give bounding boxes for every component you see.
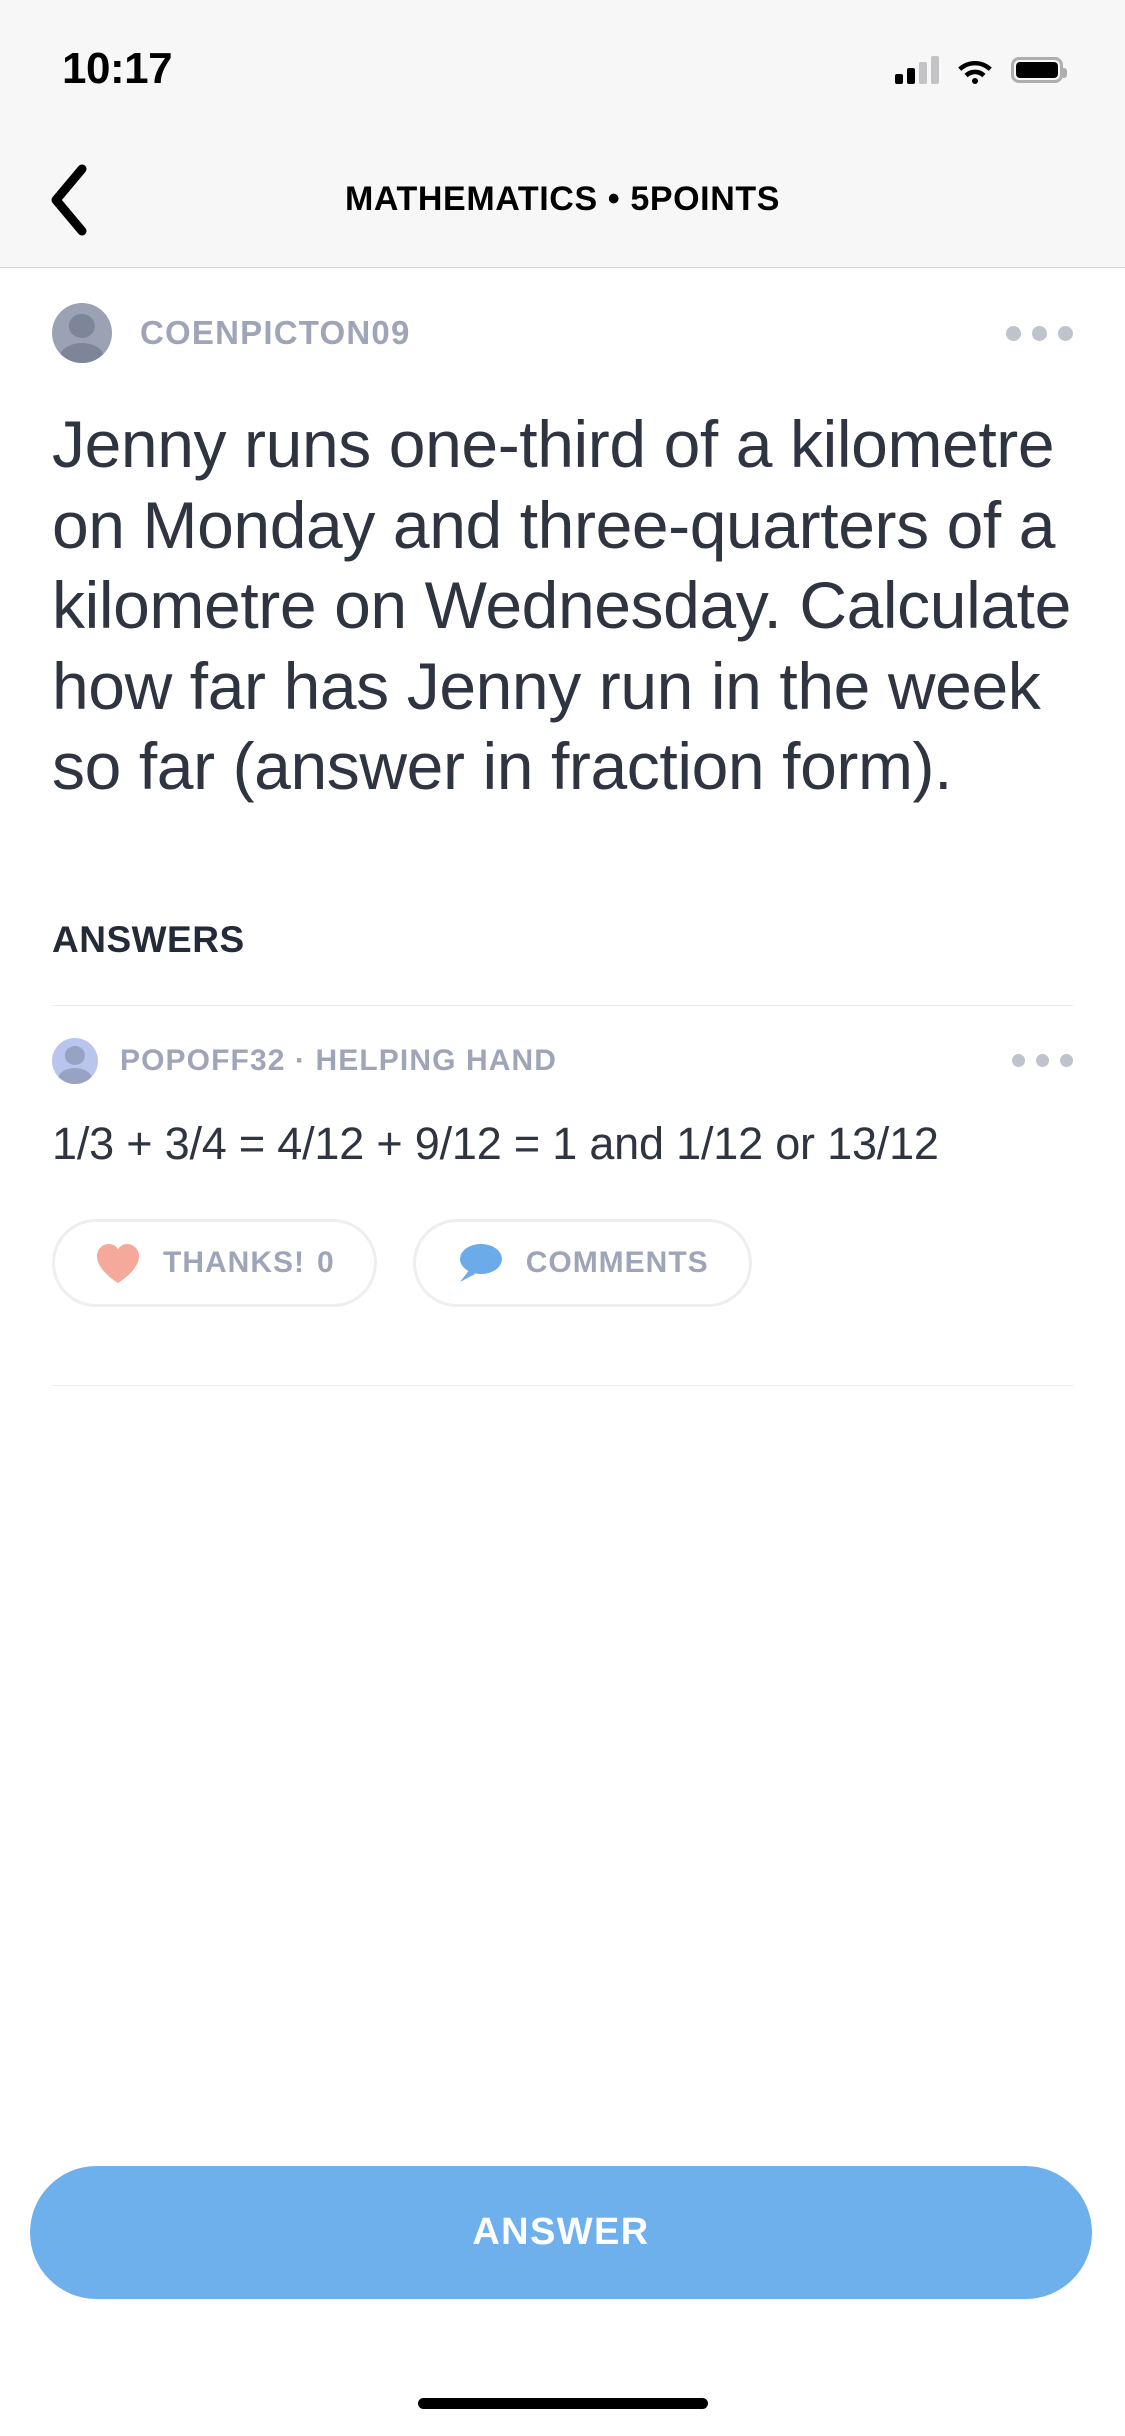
status-bar-indicators (895, 56, 1067, 84)
thanks-count: 0 (317, 1245, 334, 1279)
answer-button-label: ANSWER (472, 2211, 650, 2253)
answer-author-row: POPOFF32 · HELPING HAND (0, 1006, 1125, 1084)
content-area: COENPICTON09 Jenny runs one-third of a k… (0, 268, 1125, 1386)
answers-heading: ANSWERS (52, 918, 245, 960)
answer-actions: THANKS! 0 COMMENTS (0, 1173, 1125, 1307)
wifi-icon (958, 60, 992, 84)
status-bar-time: 10:17 (62, 44, 173, 93)
speech-bubble-icon (459, 1243, 502, 1282)
answer-text: 1/3 + 3/4 = 4/12 + 9/12 = 1 and 1/12 or … (52, 1117, 939, 1169)
avatar[interactable] (52, 303, 112, 363)
comments-button[interactable]: COMMENTS (412, 1218, 752, 1307)
comments-label: COMMENTS (525, 1245, 709, 1279)
question-text: Jenny runs one-third of a kilometre on M… (52, 407, 1071, 804)
chevron-left-icon (51, 164, 87, 236)
navigation-bar: MATHEMATICS • 5POINTS (0, 132, 1125, 268)
page-title: MATHEMATICS • 5POINTS (344, 180, 781, 218)
answer-author-name[interactable]: POPOFF32 · HELPING HAND (120, 1044, 557, 1078)
status-bar: 10:17 (0, 0, 1125, 132)
phone-screen: 10:17 MATHEMATICS • 5POINTS COENPICTON09… (0, 0, 1125, 2436)
answer-more-options-icon[interactable] (1012, 1054, 1073, 1068)
battery-full-icon (1011, 57, 1067, 83)
divider (52, 1384, 1073, 1386)
question-author-name[interactable]: COENPICTON09 (140, 314, 411, 352)
home-indicator (417, 2398, 708, 2409)
heart-icon (97, 1243, 139, 1283)
cellular-signal-icon (895, 56, 939, 84)
thanks-label: THANKS! (163, 1245, 305, 1279)
avatar[interactable] (52, 1037, 98, 1084)
question-author-row: COENPICTON09 (0, 268, 1125, 364)
answer-button[interactable]: ANSWER (30, 2166, 1092, 2299)
back-button[interactable] (18, 132, 118, 268)
question-more-options-icon[interactable] (1006, 325, 1073, 341)
thanks-button[interactable]: THANKS! 0 (52, 1218, 377, 1307)
